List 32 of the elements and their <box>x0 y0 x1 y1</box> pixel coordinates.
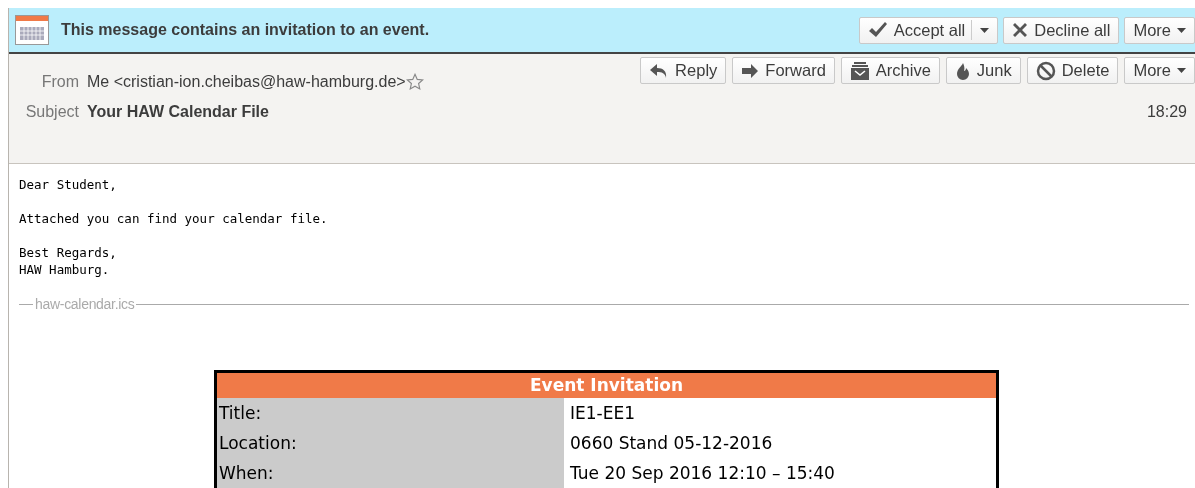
check-icon <box>867 21 888 40</box>
toolbar-button[interactable]: More <box>1124 57 1195 85</box>
subject-label: Subject <box>24 102 79 123</box>
message-line: Best Regards, <box>19 244 117 261</box>
toolbar-button[interactable]: Accept all <box>858 16 999 44</box>
toolbar-button[interactable]: Forward <box>732 57 835 85</box>
close-icon <box>1012 22 1029 39</box>
sender-address[interactable]: Me <cristian-ion.cheibas@haw-hamburg.de> <box>87 70 406 95</box>
flame-icon <box>954 61 971 80</box>
calendar-icon <box>15 15 49 46</box>
toolbar-button[interactable]: Archive <box>840 57 940 85</box>
toolbar-button[interactable]: Reply <box>640 57 727 85</box>
field-label: Title: <box>217 398 564 428</box>
no-entry-icon <box>1035 60 1056 81</box>
from-label: From <box>40 72 79 93</box>
message-line: Attached you can find your calendar file. <box>19 210 328 227</box>
toolbar-button[interactable]: Decline all <box>1003 16 1120 44</box>
message-line: Dear Student, <box>19 176 117 193</box>
message-line: HAW Hamburg. <box>19 261 110 278</box>
archive-box-icon <box>849 61 870 80</box>
toolbar-button[interactable]: Junk <box>945 57 1021 85</box>
toolbar-button[interactable]: Delete <box>1026 57 1119 85</box>
message-time: 18:29 <box>1146 102 1187 123</box>
toolbar-button[interactable]: More <box>1124 16 1195 44</box>
field-label: When: <box>217 458 564 488</box>
field-label: Location: <box>217 428 564 458</box>
forward-arrow-icon <box>741 62 760 79</box>
attachment-name: haw-calendar.ics <box>34 295 136 314</box>
invitation-message: This message contains an invitation to an event. <box>61 20 430 41</box>
subject-text: Your HAW Calendar File <box>87 102 269 123</box>
star-icon[interactable] <box>405 73 424 92</box>
event-table-title: Event Invitation <box>217 373 996 398</box>
